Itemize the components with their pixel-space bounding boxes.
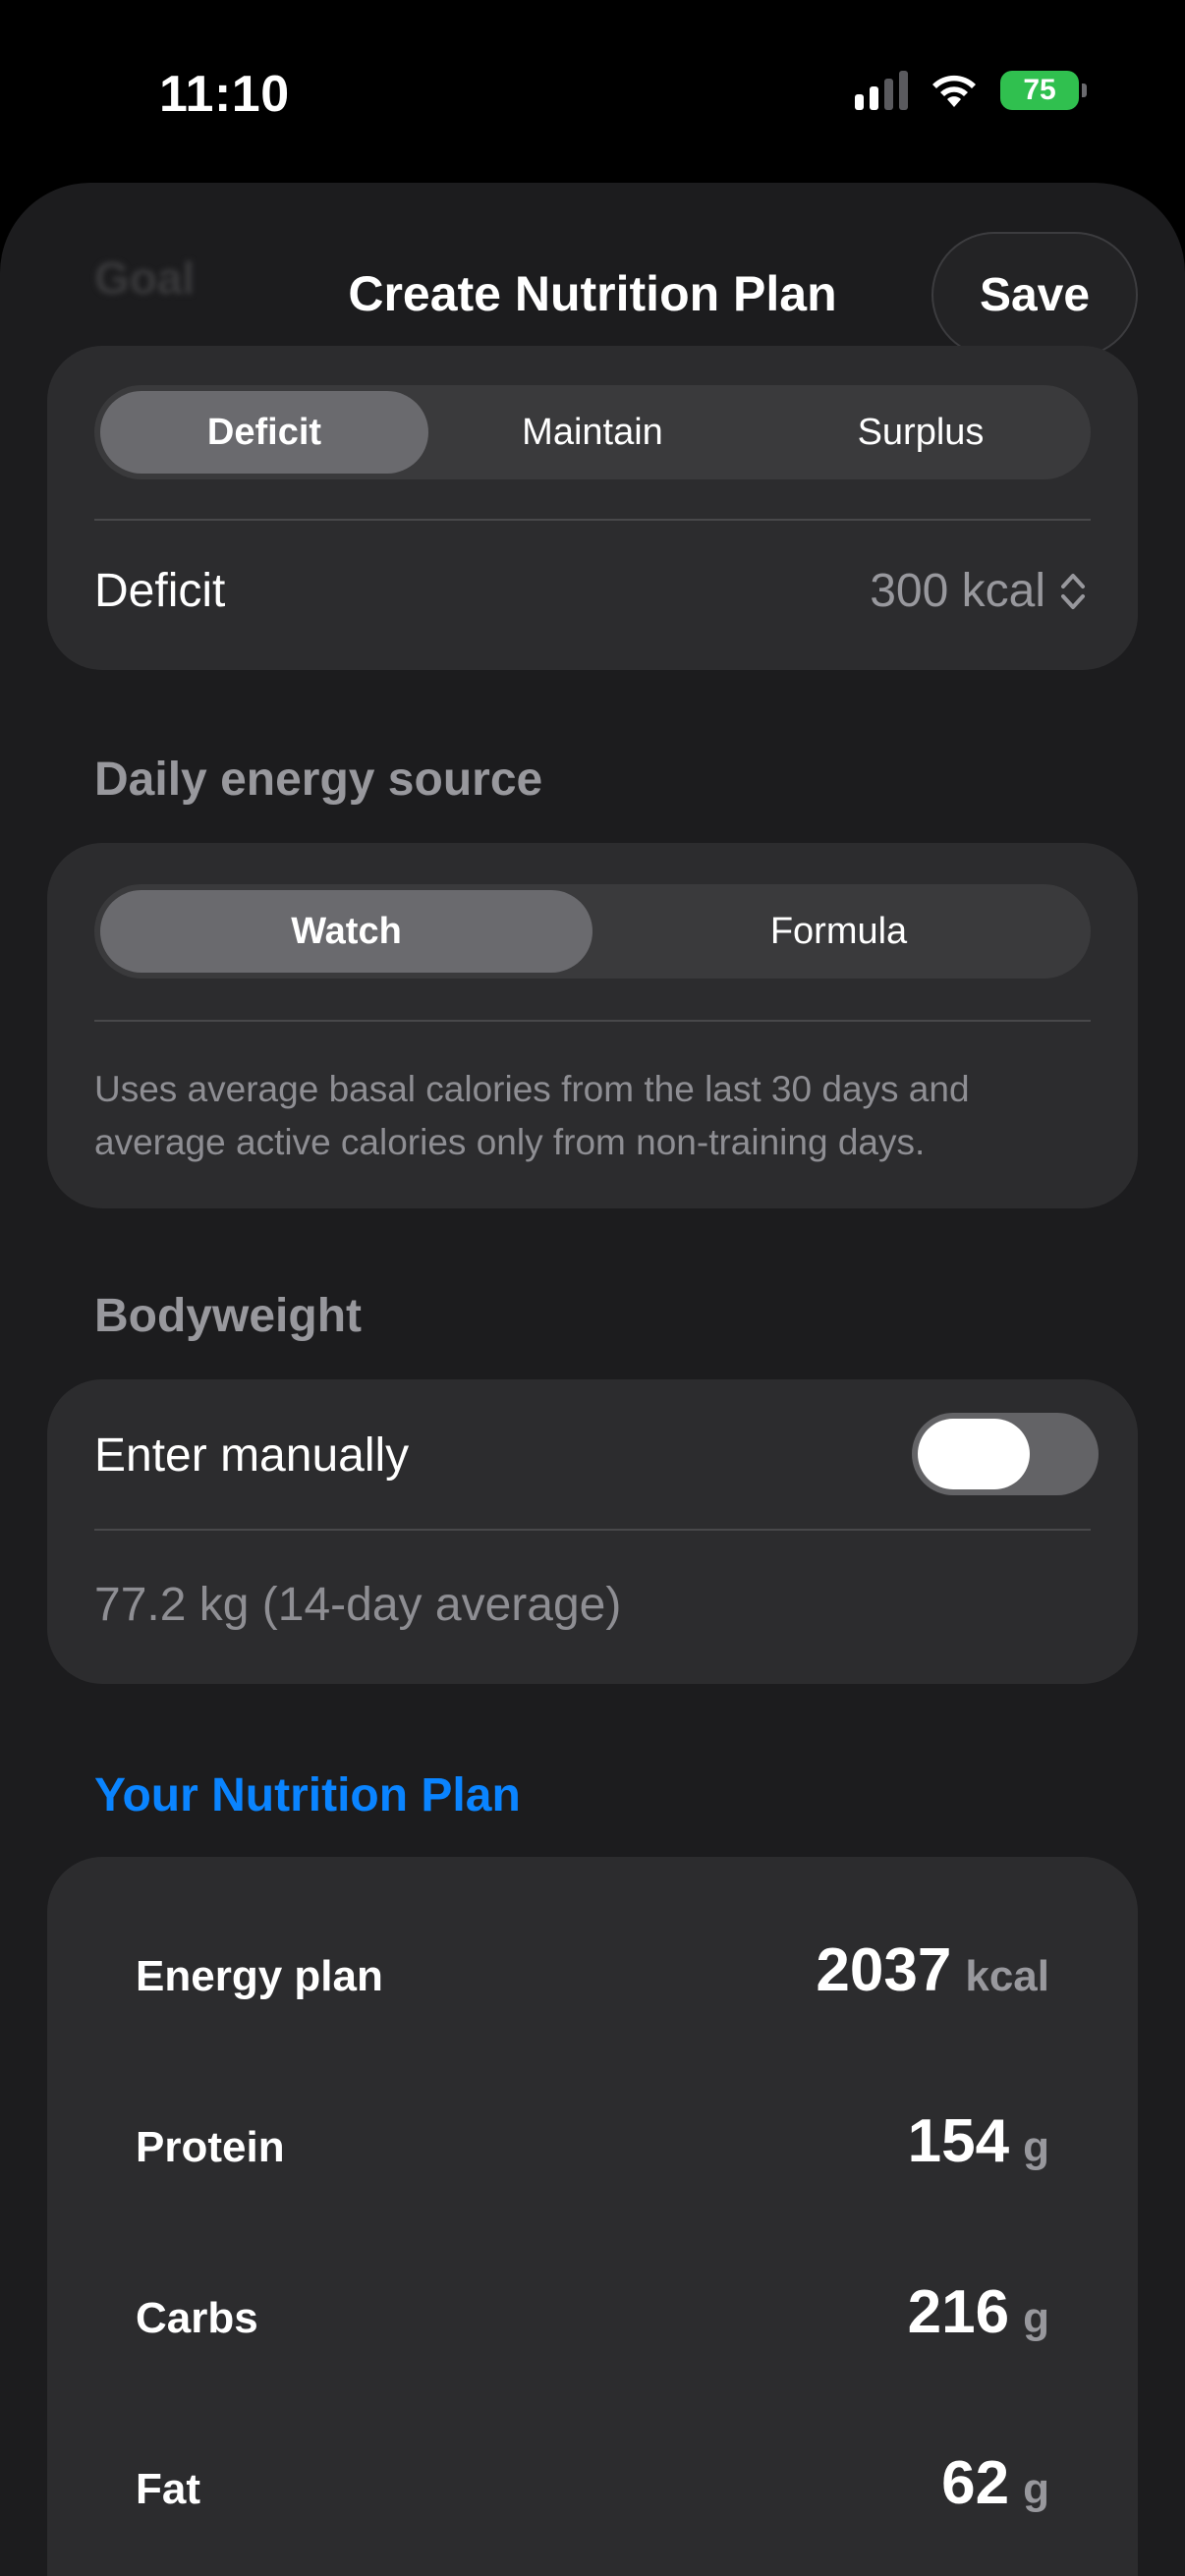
wifi-icon [932, 75, 976, 107]
energy-source-segmented-control: Watch Formula [94, 884, 1091, 979]
deficit-row-label: Deficit [94, 565, 226, 617]
toggle-knob [918, 1419, 1030, 1489]
plan-row-value-group: 62 g [941, 2448, 1049, 2518]
plan-row-energy: Energy plan 2037 kcal [136, 1935, 1049, 2005]
plan-row-value-group: 216 g [908, 2277, 1049, 2347]
status-icons: 75 [855, 71, 1087, 110]
energy-source-card: Watch Formula Uses average basal calorie… [47, 843, 1138, 1208]
segment-formula[interactable]: Formula [592, 890, 1085, 973]
plan-row-value-group: 154 g [908, 2106, 1049, 2176]
plan-row-value-group: 2037 kcal [816, 1935, 1049, 2005]
plan-row-unit: g [1023, 2123, 1049, 2171]
plan-row-unit: g [1023, 2294, 1049, 2342]
nutrition-plan-card: Energy plan 2037 kcal Protein 154 g Carb… [47, 1857, 1138, 2576]
plan-row-carbs: Carbs 216 g [136, 2277, 1049, 2347]
plan-row-label: Fat [136, 2465, 200, 2513]
battery-level: 75 [1023, 74, 1056, 106]
plan-row-value: 2037 [816, 1936, 952, 2004]
energy-source-header: Daily energy source [94, 754, 543, 806]
plan-row-value: 154 [907, 2107, 1010, 2175]
goal-card: Deficit Maintain Surplus Deficit 300 kca… [47, 346, 1138, 670]
deficit-value: 300 kcal [870, 565, 1045, 617]
screen: 11:10 75 Goal Create Nutrition Plan Save… [0, 0, 1185, 2576]
plan-row-protein: Protein 154 g [136, 2106, 1049, 2176]
goal-segmented-control: Deficit Maintain Surplus [94, 385, 1091, 479]
divider [94, 519, 1091, 521]
bodyweight-header: Bodyweight [94, 1290, 362, 1342]
plan-row-label: Protein [136, 2123, 285, 2171]
status-time: 11:10 [159, 66, 290, 123]
plan-row-label: Carbs [136, 2294, 258, 2342]
divider [94, 1529, 1091, 1531]
plan-row-unit: g [1023, 2465, 1049, 2513]
segment-deficit[interactable]: Deficit [100, 391, 428, 474]
plan-row-label: Energy plan [136, 1952, 383, 2000]
energy-source-description: Uses average basal calories from the las… [94, 1069, 970, 1162]
nutrition-plan-header: Your Nutrition Plan [94, 1769, 521, 1821]
segment-maintain[interactable]: Maintain [428, 391, 757, 474]
enter-manually-toggle[interactable] [912, 1413, 1099, 1495]
battery-icon: 75 [1000, 71, 1087, 110]
deficit-picker[interactable]: 300 kcal [870, 564, 1087, 618]
nutrition-plan-sheet: Goal Create Nutrition Plan Save Deficit … [0, 183, 1185, 2576]
plan-row-value: 62 [941, 2449, 1010, 2517]
enter-manually-label: Enter manually [94, 1429, 410, 1482]
bodyweight-card: Enter manually 77.2 kg (14-day average) [47, 1379, 1138, 1684]
bodyweight-value: 77.2 kg (14-day average) [94, 1579, 622, 1631]
divider [94, 1020, 1091, 1022]
segment-watch[interactable]: Watch [100, 890, 592, 973]
plan-row-fat: Fat 62 g [136, 2448, 1049, 2518]
cellular-signal-icon [855, 71, 908, 110]
chevron-up-down-icon [1061, 573, 1085, 609]
save-button[interactable]: Save [931, 232, 1138, 358]
plan-row-value: 216 [907, 2278, 1010, 2346]
segment-surplus[interactable]: Surplus [757, 391, 1085, 474]
plan-row-unit: kcal [965, 1952, 1049, 2000]
goal-section-header: Goal [94, 252, 196, 304]
